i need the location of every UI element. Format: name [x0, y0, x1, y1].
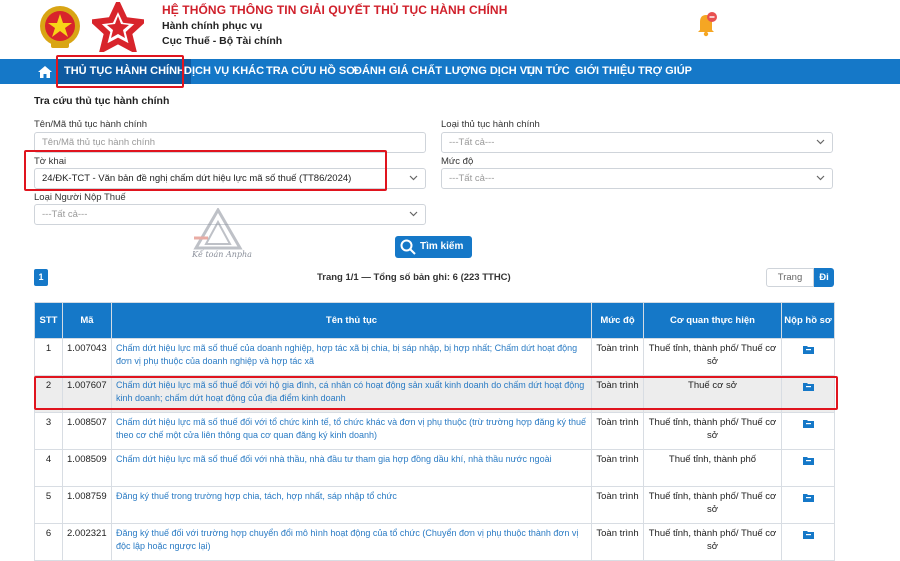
- procedure-link[interactable]: Đăng ký thuế đối với trường hợp chuyển đ…: [111, 523, 592, 561]
- row-stt: 5: [34, 486, 63, 524]
- row-agency: Thuế tỉnh, thành phố/ Thuế cơ sở: [643, 486, 782, 524]
- agency-name: Cục Thuế - Bộ Tài chính: [162, 35, 283, 47]
- table-row: 5 1.008759 Đăng ký thuế trong trường hợp…: [34, 486, 835, 524]
- row-agency: Thuế tỉnh, thành phố/ Thuế cơ sở: [643, 523, 782, 561]
- col-header-submit: Nộp hồ sơ: [781, 302, 835, 339]
- pagination-summary: Trang 1/1 — Tổng số bản ghi: 6 (223 TTHC…: [317, 272, 511, 283]
- level-field-label: Mức độ: [441, 156, 474, 167]
- row-code: 1.007043: [62, 338, 112, 376]
- row-stt: 1: [34, 338, 63, 376]
- nav-tra-cuu-ho-so[interactable]: TRA CỨU HỒ SƠ: [266, 59, 356, 84]
- highlight-row-box: [34, 376, 838, 410]
- notification-bell-icon[interactable]: [693, 10, 719, 38]
- chevron-down-icon: [409, 211, 418, 217]
- page-number-button[interactable]: 1: [34, 269, 48, 286]
- taxpayer-field-label: Loại Người Nộp Thuế: [34, 192, 126, 203]
- submit-file-icon[interactable]: [781, 523, 835, 561]
- page-go-button[interactable]: Đi: [814, 268, 834, 287]
- row-agency: Thuế tỉnh, thành phố/ Thuế cơ sở: [643, 338, 782, 376]
- chevron-down-icon: [409, 175, 418, 181]
- table-row: 4 1.008509 Chấm dứt hiệu lực mã số thuế …: [34, 449, 835, 487]
- row-code: 1.008759: [62, 486, 112, 524]
- row-level: Toàn trình: [591, 412, 644, 450]
- site-header: HỆ THỐNG THÔNG TIN GIẢI QUYẾT THỦ TỤC HÀ…: [0, 0, 900, 58]
- nav-gioi-thieu[interactable]: GIỚI THIỆU: [575, 59, 635, 84]
- col-header-stt: STT: [34, 302, 63, 339]
- chevron-down-icon: [816, 175, 825, 181]
- row-agency: Thuế tỉnh, thành phố: [643, 449, 782, 487]
- type-field-label: Loại thủ tục hành chính: [441, 119, 540, 130]
- row-stt: 3: [34, 412, 63, 450]
- table-header-row: STT Mã Tên thủ tục Mức độ Cơ quan thực h…: [34, 302, 835, 339]
- row-code: 1.008507: [62, 412, 112, 450]
- name-field-label: Tên/Mã thủ tục hành chính: [34, 119, 148, 130]
- procedure-link[interactable]: Chấm dứt hiệu lực mã số thuế của doanh n…: [111, 338, 592, 376]
- table-row: 6 2.002321 Đăng ký thuế đối với trường h…: [34, 523, 835, 561]
- procedures-table: STT Mã Tên thủ tục Mức độ Cơ quan thực h…: [34, 302, 835, 561]
- search-button[interactable]: Tìm kiếm: [395, 236, 472, 258]
- row-level: Toàn trình: [591, 449, 644, 487]
- col-header-code: Mã: [62, 302, 112, 339]
- submit-file-icon[interactable]: [781, 338, 835, 376]
- row-level: Toàn trình: [591, 523, 644, 561]
- system-title: HỆ THỐNG THÔNG TIN GIẢI QUYẾT THỦ TỤC HÀ…: [162, 3, 508, 17]
- submit-file-icon[interactable]: [781, 449, 835, 487]
- nav-dich-vu-khac[interactable]: DỊCH VỤ KHÁC: [184, 59, 264, 84]
- level-select-value: ---Tất cả---: [449, 173, 495, 184]
- procedure-link[interactable]: Chấm dứt hiệu lực mã số thuế đối với tổ …: [111, 412, 592, 450]
- type-select-value: ---Tất cả---: [449, 137, 495, 148]
- row-agency: Thuế tỉnh, thành phố/ Thuế cơ sở: [643, 412, 782, 450]
- type-select[interactable]: ---Tất cả---: [441, 132, 833, 153]
- level-select[interactable]: ---Tất cả---: [441, 168, 833, 189]
- table-row: 3 1.008507 Chấm dứt hiệu lực mã số thuế …: [34, 412, 835, 450]
- table-row: 1 1.007043 Chấm dứt hiệu lực mã số thuế …: [34, 338, 835, 376]
- submit-file-icon[interactable]: [781, 412, 835, 450]
- page-number-input[interactable]: Trang: [766, 268, 814, 287]
- search-icon: [400, 239, 416, 255]
- row-code: 1.008509: [62, 449, 112, 487]
- row-stt: 4: [34, 449, 63, 487]
- nav-tro-giup[interactable]: TRỢ GIÚP: [638, 59, 692, 84]
- highlight-form-box: [24, 150, 387, 191]
- submit-file-icon[interactable]: [781, 486, 835, 524]
- highlight-nav-box: [56, 55, 184, 88]
- search-button-label: Tìm kiếm: [420, 241, 464, 252]
- row-stt: 6: [34, 523, 63, 561]
- search-section-title: Tra cứu thủ tục hành chính: [34, 95, 170, 107]
- national-emblem-logo[interactable]: [37, 4, 83, 50]
- row-level: Toàn trình: [591, 338, 644, 376]
- row-level: Toàn trình: [591, 486, 644, 524]
- col-header-agency: Cơ quan thực hiện: [643, 302, 782, 339]
- col-header-level: Mức độ: [591, 302, 644, 339]
- col-header-name: Tên thủ tục: [111, 302, 592, 339]
- tax-department-logo[interactable]: [92, 2, 144, 52]
- procedure-link[interactable]: Chấm dứt hiệu lực mã số thuế đối với nhà…: [111, 449, 592, 487]
- home-icon[interactable]: [37, 64, 53, 80]
- nav-danh-gia-chat-luong[interactable]: ĐÁNH GIÁ CHẤT LƯỢNG DỊCH VỤ: [354, 59, 535, 84]
- chevron-down-icon: [816, 139, 825, 145]
- system-subtitle: Hành chính phục vụ: [162, 20, 263, 32]
- watermark-text: Kế toán Anpha: [192, 250, 252, 259]
- taxpayer-select-value: ---Tất cả---: [42, 209, 88, 220]
- procedure-link[interactable]: Đăng ký thuế trong trường hợp chia, tách…: [111, 486, 592, 524]
- nav-tin-tuc[interactable]: TIN TỨC: [525, 59, 570, 84]
- row-code: 2.002321: [62, 523, 112, 561]
